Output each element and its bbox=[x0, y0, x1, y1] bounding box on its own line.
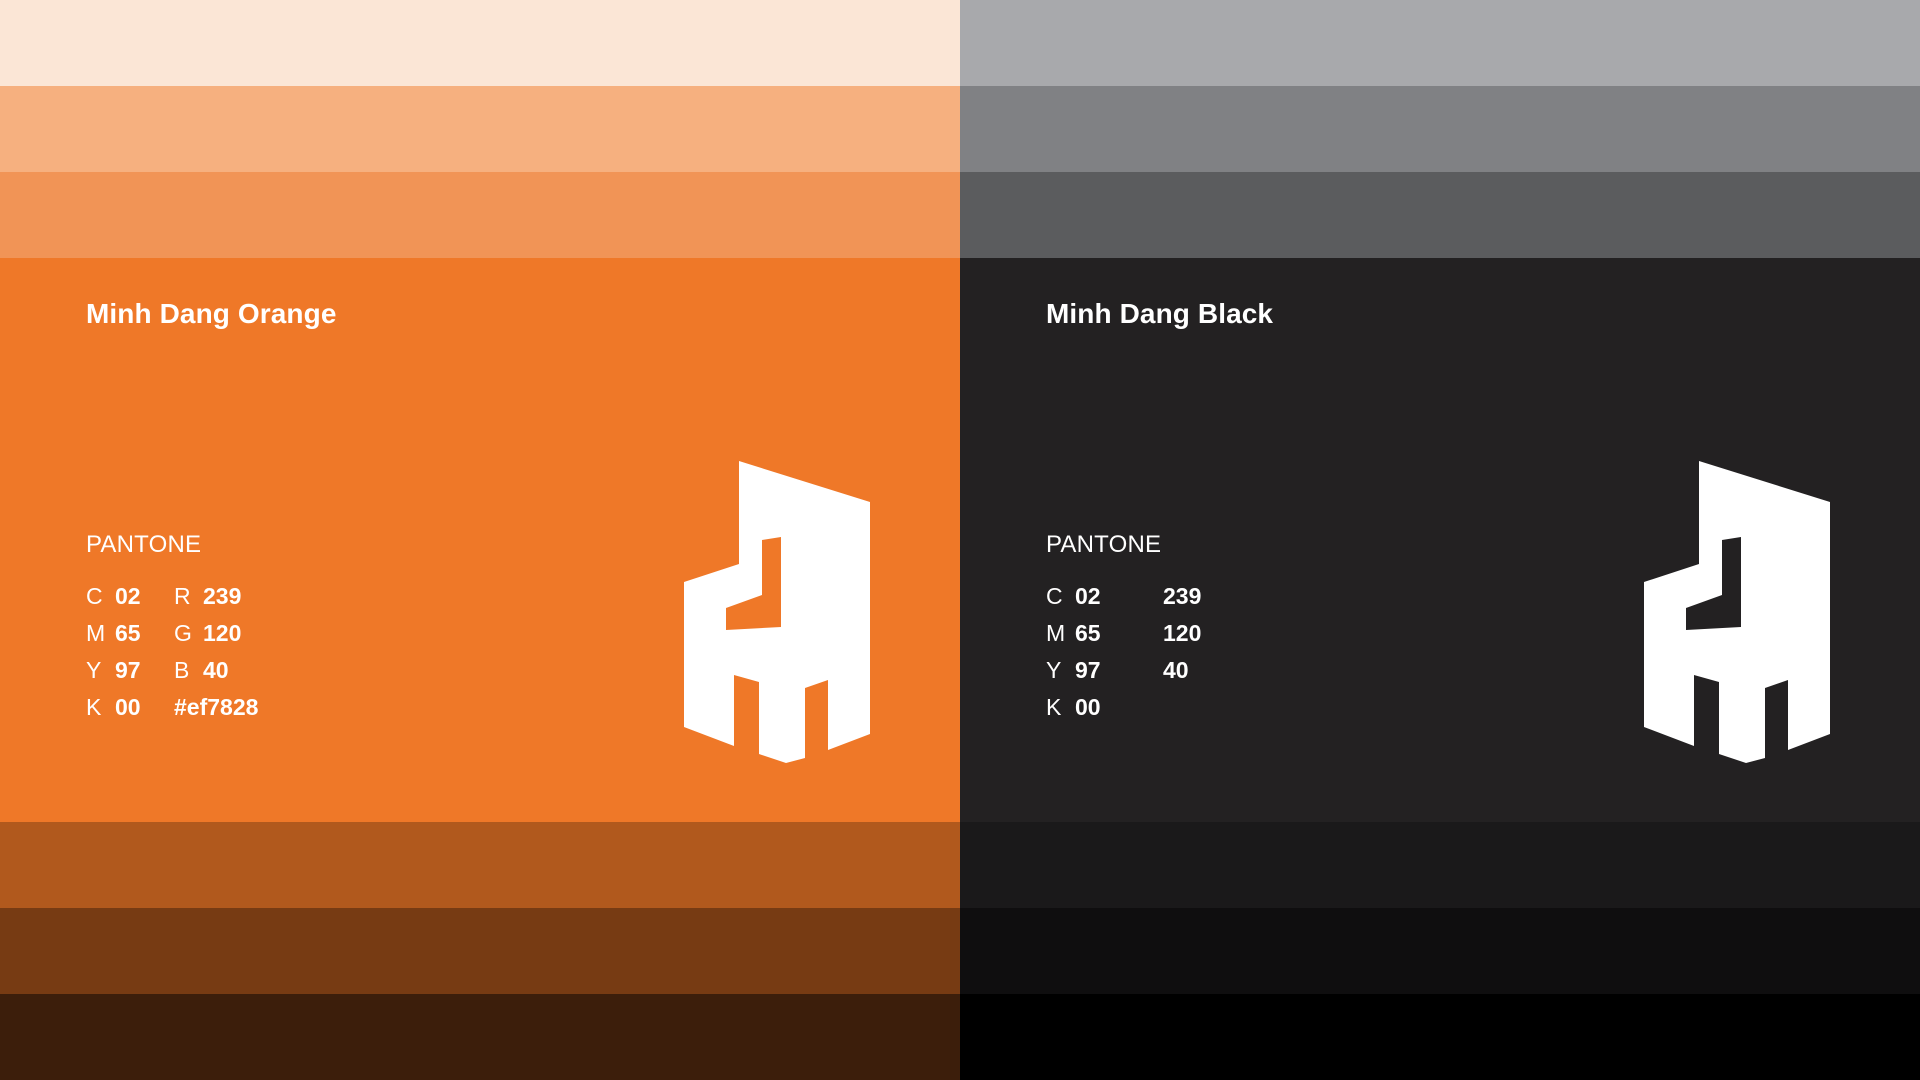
orange-color-values: C 02 R 239 M 65 G 120 Y 97 B 40 K 00 #ef… bbox=[86, 578, 258, 726]
hex-value: #ef7828 bbox=[174, 694, 259, 720]
color-palette-board: Minh Dang Orange PANTONE C 02 R 239 M 65… bbox=[0, 0, 1920, 1080]
cmyk-value: 65 bbox=[115, 620, 141, 646]
orange-tint-2 bbox=[0, 86, 960, 172]
rgb-letter-empty bbox=[1134, 578, 1163, 615]
orange-values-row-2: M 65 G 120 bbox=[86, 615, 258, 652]
black-shade-3 bbox=[960, 994, 1920, 1080]
black-shade-1 bbox=[960, 822, 1920, 908]
rgb-letter-empty bbox=[1134, 615, 1163, 652]
rgb-letter: B bbox=[174, 657, 190, 683]
cmyk-value: 00 bbox=[115, 694, 141, 720]
cmyk-letter: M bbox=[86, 620, 106, 646]
orange-cmyk-y: Y 97 bbox=[86, 652, 174, 689]
black-rgb-b: 40 bbox=[1134, 652, 1189, 689]
chair-logo-shape bbox=[684, 461, 870, 763]
black-cmyk-c: C 02 bbox=[1046, 578, 1134, 615]
orange-values-row-4: K 00 #ef7828 bbox=[86, 689, 258, 726]
orange-rgb-r: R 239 bbox=[174, 578, 241, 615]
rgb-value: 40 bbox=[203, 657, 229, 683]
rgb-value: 239 bbox=[1163, 583, 1202, 609]
black-values-row-4: K 00 bbox=[1046, 689, 1201, 726]
cmyk-value: 65 bbox=[1075, 620, 1101, 646]
orange-pantone-label: PANTONE bbox=[86, 531, 202, 558]
rgb-letter: R bbox=[174, 583, 191, 609]
orange-shade-3 bbox=[0, 994, 960, 1080]
rgb-value: 239 bbox=[203, 583, 242, 609]
black-main-swatch: Minh Dang Black PANTONE C 02 239 M 65 12… bbox=[960, 258, 1920, 822]
rgb-value: 120 bbox=[203, 620, 242, 646]
black-values-row-1: C 02 239 bbox=[1046, 578, 1201, 615]
black-cmyk-k: K 00 bbox=[1046, 689, 1134, 726]
black-pantone-label: PANTONE bbox=[1046, 531, 1162, 558]
black-tint-2 bbox=[960, 86, 1920, 172]
black-values-row-3: Y 97 40 bbox=[1046, 652, 1201, 689]
orange-cmyk-c: C 02 bbox=[86, 578, 174, 615]
black-tint-3 bbox=[960, 172, 1920, 258]
chair-logo-icon bbox=[684, 461, 870, 763]
orange-rgb-b: B 40 bbox=[174, 652, 229, 689]
cmyk-letter: K bbox=[1046, 694, 1062, 720]
black-tint-1 bbox=[960, 0, 1920, 86]
cmyk-letter: M bbox=[1046, 620, 1066, 646]
black-column: Minh Dang Black PANTONE C 02 239 M 65 12… bbox=[960, 0, 1920, 1080]
cmyk-value: 97 bbox=[1075, 657, 1101, 683]
black-color-name: Minh Dang Black bbox=[1046, 298, 1274, 329]
orange-rgb-g: G 120 bbox=[174, 615, 241, 652]
orange-cmyk-m: M 65 bbox=[86, 615, 174, 652]
orange-color-name: Minh Dang Orange bbox=[86, 298, 337, 329]
cmyk-letter: Y bbox=[1046, 657, 1062, 683]
rgb-letter-empty bbox=[1134, 652, 1163, 689]
cmyk-value: 02 bbox=[115, 583, 141, 609]
black-values-row-2: M 65 120 bbox=[1046, 615, 1201, 652]
cmyk-letter: Y bbox=[86, 657, 102, 683]
orange-column: Minh Dang Orange PANTONE C 02 R 239 M 65… bbox=[0, 0, 960, 1080]
black-cmyk-m: M 65 bbox=[1046, 615, 1134, 652]
orange-values-row-3: Y 97 B 40 bbox=[86, 652, 258, 689]
orange-tint-1 bbox=[0, 0, 960, 86]
cmyk-value: 02 bbox=[1075, 583, 1101, 609]
orange-shade-2 bbox=[0, 908, 960, 994]
black-rgb-g: 120 bbox=[1134, 615, 1201, 652]
cmyk-value: 97 bbox=[115, 657, 141, 683]
orange-values-row-1: C 02 R 239 bbox=[86, 578, 258, 615]
rgb-value: 40 bbox=[1163, 657, 1189, 683]
chair-logo-shape bbox=[1644, 461, 1830, 763]
orange-main-swatch: Minh Dang Orange PANTONE C 02 R 239 M 65… bbox=[0, 258, 960, 822]
orange-cmyk-k: K 00 bbox=[86, 689, 174, 726]
chair-logo-icon bbox=[1644, 461, 1830, 763]
rgb-letter: G bbox=[174, 620, 192, 646]
cmyk-letter: C bbox=[1046, 583, 1063, 609]
black-cmyk-y: Y 97 bbox=[1046, 652, 1134, 689]
cmyk-letter: C bbox=[86, 583, 103, 609]
orange-shade-1 bbox=[0, 822, 960, 908]
cmyk-value: 00 bbox=[1075, 694, 1101, 720]
rgb-value: 120 bbox=[1163, 620, 1202, 646]
orange-hex: #ef7828 bbox=[174, 689, 258, 726]
cmyk-letter: K bbox=[86, 694, 102, 720]
black-color-values: C 02 239 M 65 120 Y 97 40 K 00 bbox=[1046, 578, 1201, 726]
black-shade-2 bbox=[960, 908, 1920, 994]
orange-tint-3 bbox=[0, 172, 960, 258]
black-rgb-r: 239 bbox=[1134, 578, 1201, 615]
